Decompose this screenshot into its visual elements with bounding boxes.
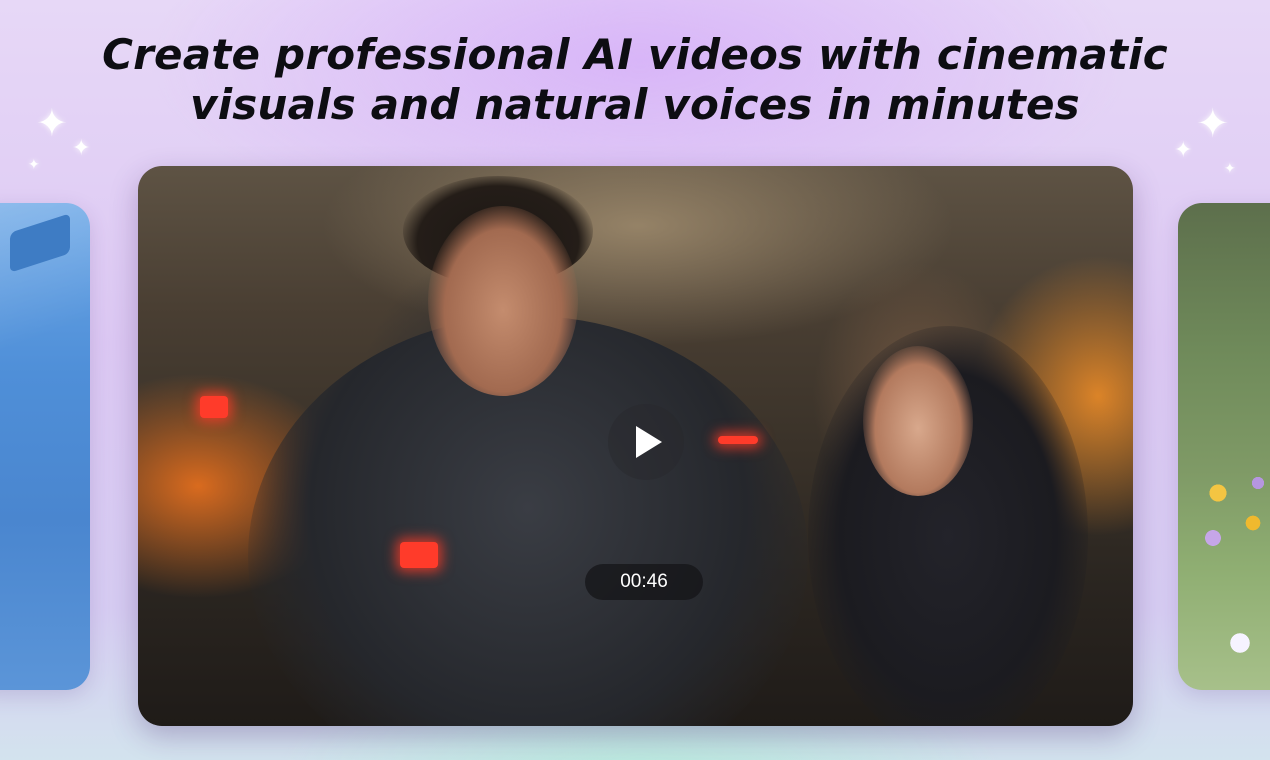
- sparkle-icon: ✦: [72, 136, 91, 161]
- sparkle-icon: ✦: [28, 157, 40, 173]
- armor-light: [400, 542, 438, 568]
- headline-line-2: visuals and natural voices in minutes: [190, 80, 1080, 129]
- carousel-card-prev[interactable]: [0, 203, 90, 690]
- armor-light: [718, 436, 758, 444]
- video-thumbnail-woman-face: [863, 346, 973, 496]
- duration-badge: 00:46: [585, 564, 703, 600]
- play-button[interactable]: [608, 404, 684, 480]
- armor-light: [200, 396, 228, 418]
- sparkle-icon: ✦: [1196, 101, 1230, 147]
- sparkle-icon: ✦: [1224, 161, 1236, 177]
- headline: Create professional AI videos with cinem…: [0, 30, 1270, 130]
- sparkle-icon: ✦: [36, 101, 68, 145]
- play-icon: [636, 426, 662, 458]
- video-thumbnail-face: [428, 206, 578, 396]
- carousel-card-next[interactable]: [1178, 203, 1270, 690]
- headline-line-1: Create professional AI videos with cinem…: [102, 30, 1168, 79]
- sparkle-icon: ✦: [1174, 138, 1193, 163]
